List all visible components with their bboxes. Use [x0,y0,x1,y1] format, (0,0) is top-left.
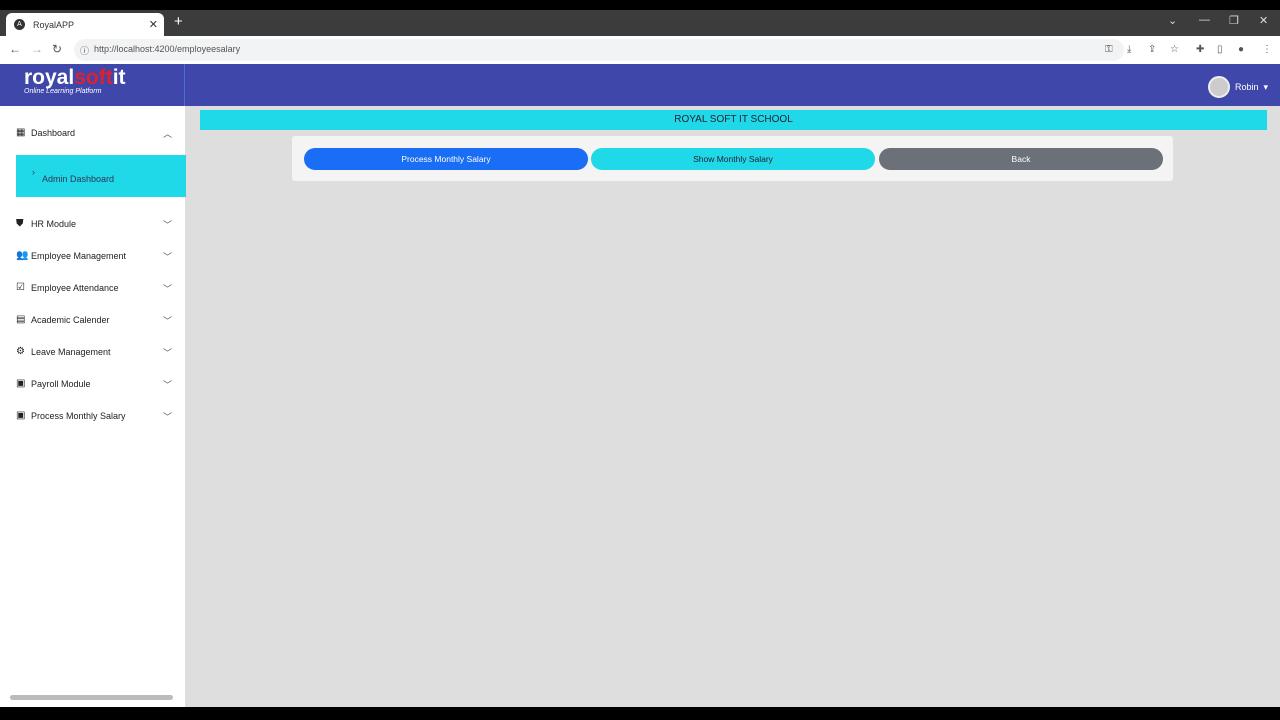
key-icon[interactable]: ⚿ [1105,44,1113,55]
people-icon: 👥 [16,250,29,261]
show-monthly-salary-button[interactable]: Show Monthly Salary [591,148,875,170]
money-icon: ▣ [16,410,26,421]
sidebar-item-payroll-module[interactable]: ▣ Payroll Module ﹀ [16,378,176,390]
process-monthly-salary-button[interactable]: Process Monthly Salary [304,148,588,170]
close-tab-icon[interactable]: ✕ [149,18,158,31]
sidebar-item-label: Dashboard [31,128,76,138]
avatar [1207,76,1230,98]
browser-tab[interactable]: A RoyalAPP ✕ [6,13,164,36]
new-tab-button[interactable]: + [174,13,183,30]
tab-search-icon[interactable]: ⌄ [1168,14,1177,27]
logo-end: it [112,66,126,89]
sidebar-item-employee-attendance[interactable]: ☑ Employee Attendance ﹀ [16,282,176,294]
logo-tagline: Online Learning Platform [24,88,102,95]
sidebar-item-admin-dashboard[interactable]: › Admin Dashboard [16,155,186,197]
chevron-down-icon: ﹀ [162,283,172,294]
sidebar-item-label: Payroll Module [31,379,91,389]
sidebar-item-label: HR Module [31,219,77,229]
star-icon[interactable]: ☆ [1170,44,1179,55]
calendar-check-icon: ☑ [16,282,25,293]
angular-icon: A [14,19,25,30]
chevron-down-icon: ﹀ [162,315,172,326]
dashboard-icon: ▦ [16,127,26,138]
logo-accent: soft [74,66,113,89]
tab-title: RoyalAPP [33,19,75,30]
chevron-down-icon: ﹀ [162,411,172,422]
chevron-down-icon: ﹀ [162,219,172,230]
chevron-down-icon: ﹀ [162,379,172,390]
sidebar-item-label: Admin Dashboard [42,174,115,184]
menu-icon[interactable]: ⋮ [1262,44,1272,55]
sidebar-item-label: Process Monthly Salary [31,411,126,421]
calendar-icon: ▤ [16,314,26,325]
sidebar-item-label: Leave Management [31,347,111,357]
url-input[interactable]: ⓘ http://localhost:4200/employeesalary [74,39,1124,61]
action-panel: Process Monthly Salary Show Monthly Sala… [292,136,1173,181]
share-icon[interactable]: ⇪ [1148,44,1156,55]
user-menu[interactable]: Robin ▾ [1207,76,1268,98]
sidebar-item-employee-management[interactable]: 👥 Employee Management ﹀ [16,250,176,262]
chevron-up-icon: ︿ [162,128,172,139]
close-window-button[interactable]: ✕ [1259,14,1268,27]
profile-icon[interactable]: ● [1238,44,1244,55]
caret-down-icon: ▾ [1263,81,1268,92]
sidebar-item-label: Academic Calender [31,315,110,325]
back-nav-icon[interactable]: ← [9,42,21,56]
minimize-button[interactable]: — [1199,14,1210,26]
school-banner: ROYAL SOFT IT SCHOOL [200,110,1267,130]
sidebar-item-dashboard[interactable]: ▦ Dashboard ︿ [16,127,176,139]
extensions-icon[interactable]: ✚ [1196,44,1204,55]
shield-icon: ⛊ [16,218,24,229]
install-icon[interactable]: ⤓ [1127,44,1131,55]
reload-icon[interactable]: ↻ [52,42,62,56]
gear-icon: ⚙ [16,346,25,357]
app: royalsoftit Online Learning Platform Rob… [0,64,1280,707]
sidebar-item-process-monthly-salary[interactable]: ▣ Process Monthly Salary ﹀ [16,410,176,422]
chevron-down-icon: ﹀ [162,251,172,262]
app-header: royalsoftit Online Learning Platform Rob… [0,64,1280,106]
sidebar-item-leave-management[interactable]: ⚙ Leave Management ﹀ [16,346,176,358]
sidebar-scrollbar[interactable] [0,695,185,701]
money-icon: ▣ [16,378,26,389]
sidepanel-icon[interactable]: ▯ [1217,44,1223,55]
sidebar-item-label: Employee Attendance [31,283,119,293]
sidebar: ▦ Dashboard ︿ › Admin Dashboard ⛊ HR Module ﹀… [0,106,186,707]
chevron-down-icon: ﹀ [162,347,172,358]
chevron-right-icon: › [32,167,35,177]
restore-button[interactable]: ❐ [1229,14,1239,27]
sidebar-item-label: Employee Management [31,251,127,261]
forward-nav-icon[interactable]: → [31,42,43,56]
browser-tabbar: A RoyalAPP ✕ + ⌄ — ❐ ✕ [0,10,1280,36]
sidebar-item-academic-calender[interactable]: ▤ Academic Calender ﹀ [16,314,176,326]
user-name: Robin [1234,82,1259,92]
back-button[interactable]: Back [879,148,1163,170]
url-text: http://localhost:4200/employeesalary [94,44,241,54]
address-bar-row: ← → ↻ ⓘ http://localhost:4200/employeesal… [0,36,1280,64]
logo[interactable]: royalsoftit Online Learning Platform [0,64,185,106]
logo-main: royal [24,66,75,89]
info-icon: ⓘ [80,46,90,56]
sidebar-item-hr-module[interactable]: ⛊ HR Module ﹀ [16,218,176,230]
